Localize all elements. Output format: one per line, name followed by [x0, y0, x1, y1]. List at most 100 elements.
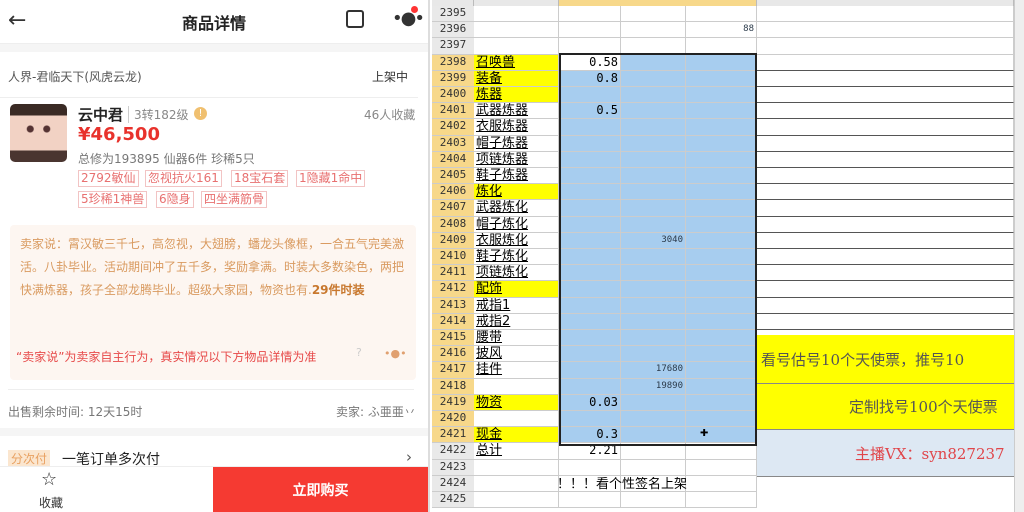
cell-c[interactable]	[621, 411, 686, 428]
cell-e[interactable]	[757, 184, 1014, 201]
cell-d[interactable]	[686, 135, 757, 152]
cell-b[interactable]	[559, 216, 621, 233]
cell-d[interactable]	[686, 87, 757, 104]
row-header[interactable]: 2414	[432, 313, 474, 330]
cell-c[interactable]	[621, 281, 686, 298]
cell-e[interactable]	[757, 313, 1014, 330]
cell-d[interactable]	[686, 378, 757, 395]
cell-c[interactable]	[621, 38, 686, 55]
cell-e[interactable]	[757, 200, 1014, 217]
cell-b[interactable]: 0.3	[559, 427, 621, 444]
row-header[interactable]: 2403	[432, 135, 474, 152]
cell-a[interactable]: 物资	[474, 394, 559, 411]
cell-c[interactable]	[621, 330, 686, 347]
cell-c[interactable]	[621, 459, 686, 476]
cell-d[interactable]	[686, 475, 757, 492]
row-header[interactable]: 2412	[432, 281, 474, 298]
cell-a[interactable]: 召唤兽	[474, 54, 559, 71]
cell-e[interactable]	[757, 54, 1014, 71]
cell-c[interactable]	[621, 492, 686, 509]
cell-c[interactable]	[621, 22, 686, 39]
cell-c[interactable]	[621, 216, 686, 233]
row-header[interactable]: 2416	[432, 346, 474, 363]
cell-a[interactable]: 武器炼化	[474, 200, 559, 217]
cell-e[interactable]	[757, 6, 1014, 23]
cell-c[interactable]	[621, 103, 686, 120]
cell-c[interactable]	[621, 151, 686, 168]
cell-b[interactable]	[559, 281, 621, 298]
cell-d[interactable]	[686, 297, 757, 314]
cell-e[interactable]	[757, 168, 1014, 185]
cell-a[interactable]: 戒指1	[474, 297, 559, 314]
cell-d[interactable]	[686, 216, 757, 233]
cell-b[interactable]	[559, 135, 621, 152]
cell-a[interactable]: 鞋子炼器	[474, 168, 559, 185]
cell-d[interactable]	[686, 265, 757, 282]
row-header[interactable]: 2419	[432, 394, 474, 411]
cell-a[interactable]: 挂件	[474, 362, 559, 379]
cell-b[interactable]: 2.21	[559, 443, 621, 460]
row-header[interactable]: 2415	[432, 330, 474, 347]
cell-c[interactable]	[621, 443, 686, 460]
cell-b[interactable]	[559, 249, 621, 266]
cell-b[interactable]	[559, 362, 621, 379]
cell-b[interactable]	[559, 492, 621, 509]
cell-d[interactable]	[686, 281, 757, 298]
row-header[interactable]: 2423	[432, 459, 474, 476]
cell-d[interactable]	[686, 313, 757, 330]
cell-d[interactable]	[686, 443, 757, 460]
cell-b[interactable]	[559, 87, 621, 104]
favorite-label[interactable]: 收藏	[39, 494, 63, 511]
cell-c[interactable]	[621, 70, 686, 87]
row-header[interactable]: 2407	[432, 200, 474, 217]
cell-d[interactable]	[686, 54, 757, 71]
cell-c[interactable]	[621, 249, 686, 266]
cell-d[interactable]	[686, 394, 757, 411]
cell-b[interactable]	[559, 297, 621, 314]
cell-e[interactable]	[757, 297, 1014, 314]
cell-a[interactable]: 项链炼化	[474, 265, 559, 282]
help-icon[interactable]: ?	[356, 346, 362, 359]
cell-d[interactable]	[686, 459, 757, 476]
cell-a[interactable]	[474, 38, 559, 55]
cell-b[interactable]: 0.5	[559, 103, 621, 120]
cell-e[interactable]	[757, 232, 1014, 249]
cell-d[interactable]	[686, 346, 757, 363]
cell-c[interactable]	[621, 184, 686, 201]
cell-d[interactable]	[686, 38, 757, 55]
cell-c[interactable]	[621, 200, 686, 217]
cell-a[interactable]	[474, 411, 559, 428]
cell-d[interactable]	[686, 70, 757, 87]
cell-d[interactable]	[686, 492, 757, 509]
row-header[interactable]: 2411	[432, 265, 474, 282]
cell-d[interactable]	[686, 6, 757, 23]
row-header[interactable]: 2418	[432, 378, 474, 395]
cell-c[interactable]	[621, 168, 686, 185]
cell-d[interactable]: 88	[686, 22, 757, 39]
cell-b[interactable]	[559, 378, 621, 395]
share-icon[interactable]	[346, 10, 364, 28]
cell-c[interactable]	[621, 135, 686, 152]
cell-d[interactable]	[686, 411, 757, 428]
row-header[interactable]: 2396	[432, 22, 474, 39]
cell-a[interactable]: 炼化	[474, 184, 559, 201]
row-header[interactable]: 2406	[432, 184, 474, 201]
cell-a[interactable]: 炼器	[474, 87, 559, 104]
row-header[interactable]: 2422	[432, 443, 474, 460]
seller-name[interactable]: 卖家: ふ亜亜丷	[336, 403, 416, 420]
cell-d[interactable]	[686, 103, 757, 120]
row-header[interactable]: 2413	[432, 297, 474, 314]
cell-b[interactable]	[559, 200, 621, 217]
spreadsheet[interactable]: 2395 2396 88 2397 2398 召唤兽 0.58 2399 装备 0.8 2400 炼器…	[432, 0, 1024, 512]
row-header[interactable]: 2421	[432, 427, 474, 444]
row-header[interactable]: 2399	[432, 70, 474, 87]
row-header[interactable]: 2395	[432, 6, 474, 23]
cell-e[interactable]	[757, 249, 1014, 266]
cell-e[interactable]	[757, 281, 1014, 298]
row-header[interactable]: 2398	[432, 54, 474, 71]
cell-c[interactable]	[621, 6, 686, 23]
row-header[interactable]: 2401	[432, 103, 474, 120]
cell-d[interactable]	[686, 232, 757, 249]
row-header[interactable]: 2405	[432, 168, 474, 185]
more-options-icon[interactable]: •●•	[392, 8, 425, 29]
